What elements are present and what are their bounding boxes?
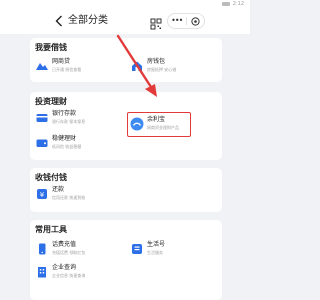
close-icon[interactable] bbox=[186, 16, 204, 26]
collect-section: 收钱付钱 ¥ 还款 信用还款 快速到账 bbox=[30, 168, 222, 212]
section-title: 投资理财 bbox=[35, 97, 67, 106]
service-desc: 低风险 收益稳健 bbox=[52, 144, 82, 149]
borrow-section: 我要借钱 网商贷 已开通 授信查看 房钱包 房屋抵押 安心借 bbox=[30, 38, 222, 82]
house-icon bbox=[130, 59, 144, 73]
building-icon bbox=[35, 265, 49, 279]
life-icon bbox=[130, 242, 144, 256]
section-title: 收钱付钱 bbox=[35, 173, 67, 182]
service-name: 稳健理财 bbox=[52, 135, 77, 142]
tools-section: 常用工具 话费充值 充值话费 领取红包 生活号 生活服务 企业查询 企业信息 快… bbox=[30, 220, 222, 300]
bank-card-icon bbox=[35, 111, 49, 125]
service-desc: 生活服务 bbox=[147, 250, 163, 255]
service-name: 还款 bbox=[52, 186, 65, 193]
mini-program-capsule: ••• bbox=[167, 13, 205, 29]
scan-icon[interactable] bbox=[150, 15, 162, 30]
service-desc: 已开通 授信查看 bbox=[52, 67, 82, 72]
status-bar: 2:12 bbox=[0, 0, 250, 8]
service-desc: 房屋抵押 安心借 bbox=[147, 67, 177, 72]
back-icon[interactable] bbox=[52, 13, 66, 29]
service-name: 企业查询 bbox=[52, 264, 77, 271]
svg-text:¥: ¥ bbox=[40, 191, 45, 199]
service-item-life-account[interactable]: 生活号 生活服务 bbox=[130, 240, 218, 262]
nav-bar: 全部分类 ••• bbox=[0, 8, 250, 34]
page-title: 全部分类 bbox=[68, 15, 108, 26]
more-options-icon[interactable]: ••• bbox=[168, 14, 186, 28]
phone-icon bbox=[35, 242, 49, 256]
highlight-box bbox=[127, 112, 191, 137]
service-name: 话费充值 bbox=[52, 241, 77, 248]
service-item-fangqianbao[interactable]: 房钱包 房屋抵押 安心借 bbox=[130, 57, 218, 79]
service-item-repayment[interactable]: ¥ 还款 信用还款 快速到账 bbox=[35, 185, 123, 207]
service-item-phone-topup[interactable]: 话费充值 充值话费 领取红包 bbox=[35, 240, 123, 262]
service-item-company-search[interactable]: 企业查询 企业信息 快速查询 bbox=[35, 263, 123, 285]
status-time: 2:12 bbox=[232, 1, 244, 7]
service-name: 网商贷 bbox=[52, 58, 71, 65]
invest-section: 投资理财 银行存款 银行存款 保本保息 余利宝 网商资金理财产品 稳健理财 低风… bbox=[30, 92, 222, 160]
service-item-stable-finance[interactable]: 稳健理财 低风险 收益稳健 bbox=[35, 134, 123, 156]
service-desc: 充值话费 领取红包 bbox=[52, 250, 86, 255]
section-title: 我要借钱 bbox=[35, 43, 67, 52]
section-title: 常用工具 bbox=[35, 225, 67, 234]
service-name: 银行存款 bbox=[52, 110, 77, 117]
service-desc: 信用还款 快速到账 bbox=[52, 195, 86, 200]
service-desc: 企业信息 快速查询 bbox=[52, 273, 86, 278]
service-item-bank-deposit[interactable]: 银行存款 银行存款 保本保息 bbox=[35, 109, 123, 131]
mountain-icon bbox=[35, 59, 49, 73]
status-indicators: 2:12 bbox=[221, 0, 244, 8]
service-name: 生活号 bbox=[147, 241, 166, 248]
service-item-wangshangdai[interactable]: 网商贷 已开通 授信查看 bbox=[35, 57, 123, 79]
signal-icon bbox=[221, 2, 230, 6]
wallet-icon bbox=[35, 136, 49, 150]
service-name: 房钱包 bbox=[147, 58, 166, 65]
service-desc: 银行存款 保本保息 bbox=[52, 119, 86, 124]
repay-icon: ¥ bbox=[35, 187, 49, 201]
